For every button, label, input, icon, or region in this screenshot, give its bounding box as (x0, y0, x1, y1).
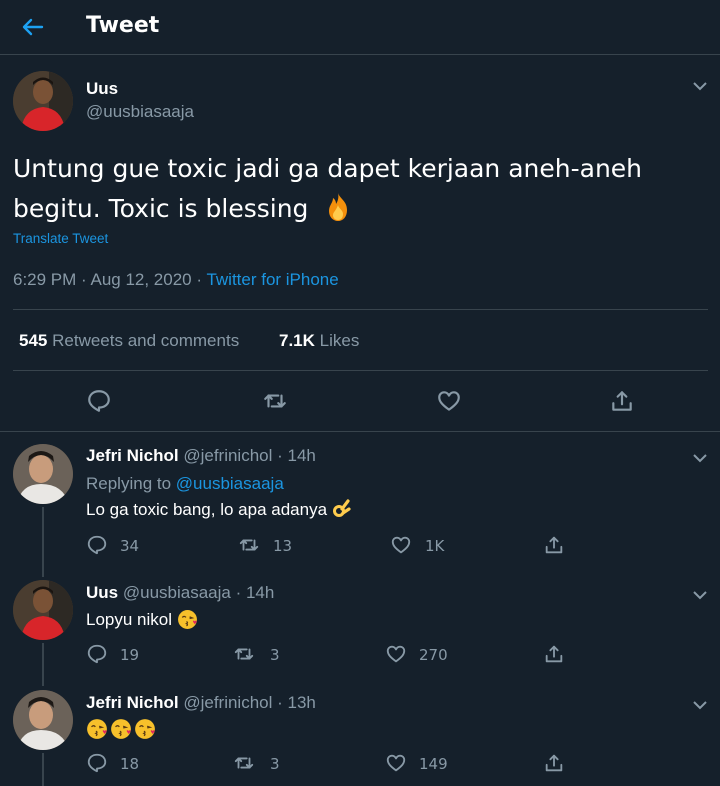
divider (0, 431, 720, 432)
tweet-timestamp[interactable]: 6:29 PM · Aug 12, 2020 · (13, 270, 206, 289)
reply-header: Jefri Nichol @jefrinichol · 14h (86, 446, 316, 466)
like-icon[interactable] (436, 388, 462, 414)
chevron-down-icon[interactable] (692, 453, 708, 463)
tweet-text-line-2: begitu. Toxic is blessing (13, 194, 309, 223)
reply-author-handle[interactable]: @jefrinichol (183, 693, 272, 712)
divider (13, 309, 708, 310)
reply-author-handle[interactable]: @jefrinichol (183, 446, 272, 465)
like-icon[interactable] (385, 643, 407, 665)
kiss-face-icon (110, 718, 132, 740)
fire-icon (329, 193, 348, 221)
reply-header: Jefri Nichol @jefrinichol · 13h (86, 693, 316, 713)
translate-tweet-link[interactable]: Translate Tweet (13, 231, 108, 246)
retweet-count: 3 (270, 646, 280, 664)
back-arrow-icon[interactable] (20, 14, 46, 40)
divider (13, 370, 708, 371)
share-icon[interactable] (543, 534, 565, 556)
chevron-down-icon[interactable] (692, 81, 708, 91)
reply-icon[interactable] (86, 643, 108, 665)
tweet-text-line-1: Untung gue toxic jadi ga dapet kerjaan a… (13, 154, 643, 183)
like-count: 149 (419, 755, 448, 773)
thread-line (42, 507, 44, 577)
avatar[interactable] (13, 690, 73, 750)
retweet-count: 3 (270, 755, 280, 773)
replying-to-link[interactable]: @uusbiasaaja (176, 474, 284, 493)
kiss-face-icon (86, 718, 108, 740)
share-icon[interactable] (543, 752, 565, 774)
reply-author-name[interactable]: Jefri Nichol (86, 693, 179, 712)
chevron-down-icon[interactable] (692, 700, 708, 710)
like-count: 1K (425, 537, 445, 555)
avatar[interactable] (13, 580, 73, 640)
reply-count: 34 (120, 537, 140, 555)
reply-text: Lo ga toxic bang, lo apa adanya (86, 500, 328, 519)
reply-text: Lopyu nikol (86, 610, 173, 629)
reply-header: Uus @uusbiasaaja · 14h (86, 583, 274, 603)
likes-stat[interactable]: 7.1K Likes (279, 331, 359, 351)
like-count: 270 (419, 646, 448, 664)
avatar[interactable] (13, 71, 73, 131)
share-icon[interactable] (609, 388, 635, 414)
retweet-icon[interactable] (233, 643, 255, 665)
reply-author-name[interactable]: Uus (86, 583, 118, 602)
retweet-icon[interactable] (233, 752, 255, 774)
retweets-stat[interactable]: 545 Retweets and comments (19, 331, 239, 351)
author-handle[interactable]: @uusbiasaaja (86, 102, 194, 122)
reply-time[interactable]: · 14h (236, 583, 275, 602)
reply-icon[interactable] (86, 388, 112, 414)
like-icon[interactable] (385, 752, 407, 774)
reply-icon[interactable] (86, 534, 108, 556)
thread-line (42, 753, 44, 786)
reply-time[interactable]: · 14h (277, 446, 316, 465)
thread-line (42, 643, 44, 686)
kiss-face-icon (177, 608, 198, 630)
reply-count: 19 (120, 646, 140, 664)
ok-hand-icon (332, 499, 351, 518)
reply-emoji-row (86, 718, 156, 740)
chevron-down-icon[interactable] (692, 590, 708, 600)
author-name[interactable]: Uus (86, 79, 118, 99)
retweet-count: 13 (273, 537, 293, 555)
reply-time[interactable]: · 13h (277, 693, 316, 712)
like-icon[interactable] (390, 534, 412, 556)
avatar[interactable] (13, 444, 73, 504)
page-title: Tweet (86, 13, 160, 38)
reply-icon[interactable] (86, 752, 108, 774)
share-icon[interactable] (543, 643, 565, 665)
replying-to-label: Replying to (86, 474, 176, 493)
reply-author-name[interactable]: Jefri Nichol (86, 446, 179, 465)
top-bar: Tweet (0, 0, 720, 55)
reply-count: 18 (120, 755, 140, 773)
retweet-icon[interactable] (262, 388, 288, 414)
kiss-face-icon (134, 718, 156, 740)
tweet-source-link[interactable]: Twitter for iPhone (206, 270, 338, 289)
reply-author-handle[interactable]: @uusbiasaaja (123, 583, 231, 602)
retweet-icon[interactable] (238, 534, 260, 556)
